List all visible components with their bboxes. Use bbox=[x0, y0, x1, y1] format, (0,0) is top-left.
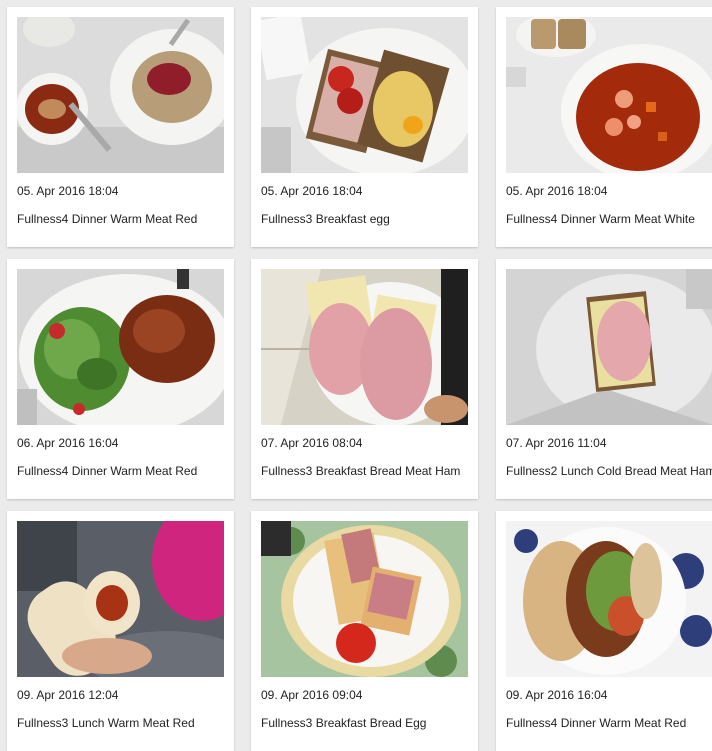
food-entry-card[interactable]: 07. Apr 2016 11:04 Fullness2 Lunch Cold … bbox=[496, 259, 712, 499]
entry-caption: Fullness3 Breakfast Bread Egg bbox=[261, 716, 427, 730]
plate-ham-cheese-photo[interactable] bbox=[261, 269, 468, 425]
entry-date: 05. Apr 2016 18:04 bbox=[506, 184, 608, 198]
food-entry-card[interactable]: 09. Apr 2016 12:04 Fullness3 Lunch Warm … bbox=[7, 511, 234, 751]
food-entry-card[interactable]: 06. Apr 2016 16:04 Fullness4 Dinner Warm… bbox=[7, 259, 234, 499]
plate-ham-bread-photo[interactable] bbox=[506, 269, 712, 425]
food-entry-card[interactable]: 05. Apr 2016 18:04 Fullness4 Dinner Warm… bbox=[496, 7, 712, 247]
entry-date: 09. Apr 2016 12:04 bbox=[17, 688, 119, 702]
entry-caption: Fullness4 Dinner Warm Meat Red bbox=[506, 716, 687, 730]
food-entry-card[interactable]: 07. Apr 2016 08:04 Fullness3 Breakfast B… bbox=[251, 259, 478, 499]
wrap-in-hand-photo[interactable] bbox=[17, 521, 224, 677]
plate-pasta-soup-photo[interactable] bbox=[17, 17, 224, 173]
food-entry-card[interactable]: 09. Apr 2016 16:04 Fullness4 Dinner Warm… bbox=[496, 511, 712, 751]
entry-caption: Fullness2 Lunch Cold Bread Meat Ham bbox=[506, 464, 712, 478]
entry-caption: Fullness3 Breakfast Bread Meat Ham bbox=[261, 464, 461, 478]
entry-date: 09. Apr 2016 09:04 bbox=[261, 688, 363, 702]
food-entry-card[interactable]: 09. Apr 2016 09:04 Fullness3 Breakfast B… bbox=[251, 511, 478, 751]
food-entry-card[interactable]: 05. Apr 2016 18:04 Fullness4 Dinner Warm… bbox=[7, 7, 234, 247]
entry-date: 06. Apr 2016 16:04 bbox=[17, 436, 119, 450]
entry-caption: Fullness3 Lunch Warm Meat Red bbox=[17, 716, 195, 730]
entry-date: 07. Apr 2016 11:04 bbox=[506, 436, 607, 450]
burger-plate-photo[interactable] bbox=[506, 521, 712, 677]
entry-date: 07. Apr 2016 08:04 bbox=[261, 436, 363, 450]
entry-date: 05. Apr 2016 18:04 bbox=[17, 184, 119, 198]
entry-caption: Fullness4 Dinner Warm Meat Red bbox=[17, 464, 198, 478]
plate-salad-stew-photo[interactable] bbox=[17, 269, 224, 425]
entry-caption: Fullness4 Dinner Warm Meat Red bbox=[17, 212, 198, 226]
entry-caption: Fullness4 Dinner Warm Meat White bbox=[506, 212, 695, 226]
bowl-seafood-soup-photo[interactable] bbox=[506, 17, 712, 173]
plate-bread-egg-ham-photo[interactable] bbox=[261, 521, 468, 677]
entry-date: 09. Apr 2016 16:04 bbox=[506, 688, 608, 702]
food-entry-card[interactable]: 05. Apr 2016 18:04 Fullness3 Breakfast e… bbox=[251, 7, 478, 247]
plate-toast-egg-photo[interactable] bbox=[261, 17, 468, 173]
entry-date: 05. Apr 2016 18:04 bbox=[261, 184, 363, 198]
entry-caption: Fullness3 Breakfast egg bbox=[261, 212, 390, 226]
